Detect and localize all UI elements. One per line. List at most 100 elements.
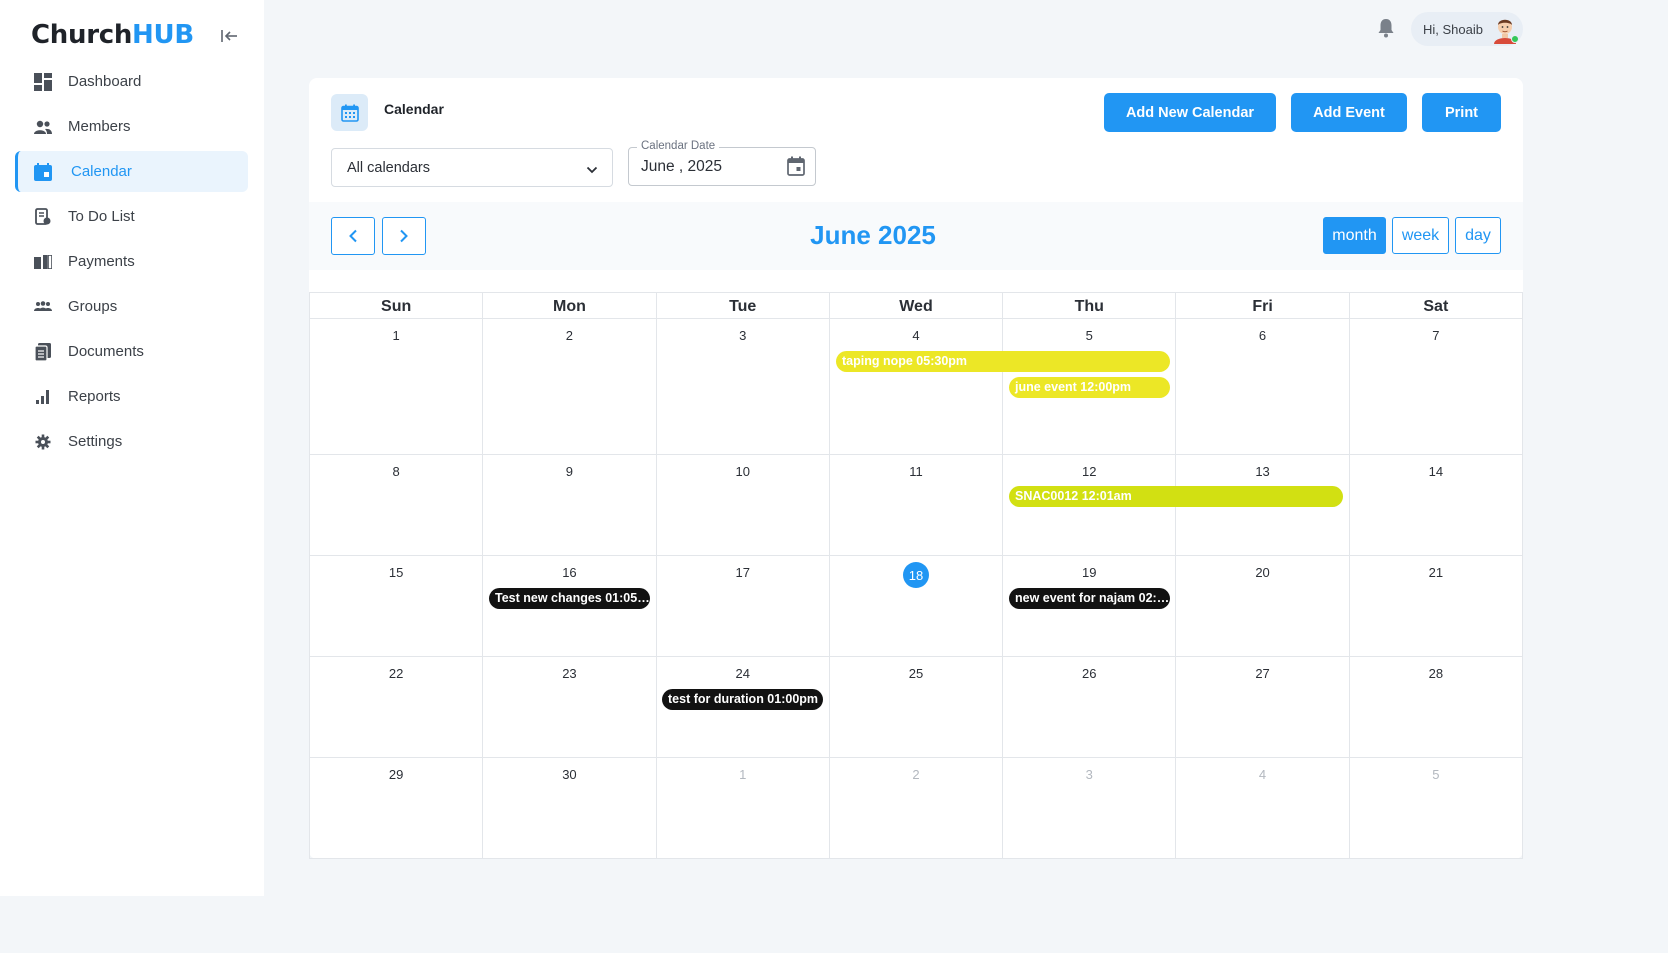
day-number: 9 [565,464,574,479]
calendar-event[interactable]: new event for najam 02:00pm [1009,588,1170,609]
day-number: 12 [1082,464,1097,479]
view-day-button[interactable]: day [1455,217,1501,254]
day-cell[interactable]: 23 [482,657,655,757]
day-number: 6 [1258,328,1267,343]
day-cell[interactable]: 14 [1348,455,1523,555]
day-number: 14 [1428,464,1444,479]
day-cell[interactable]: 10 [655,455,829,555]
day-number: 19 [1082,565,1097,580]
view-week-button[interactable]: week [1392,217,1449,254]
day-number: 7 [1432,328,1440,343]
month-grid: Sun Mon Tue Wed Thu Fri Sat 1 2 3 4 5 6 … [309,292,1523,859]
brand-logo[interactable]: ChurchHUB [31,20,194,50]
day-cell[interactable]: 21 [1348,556,1523,656]
weekday-header-row: Sun Mon Tue Wed Thu Fri Sat [309,292,1523,318]
day-cell[interactable]: 3 [655,319,829,454]
sidebar-item-calendar[interactable]: Calendar [15,151,248,192]
day-cell[interactable]: 26 [1002,657,1175,757]
sidebar-item-reports[interactable]: Reports [15,376,248,417]
day-cell[interactable]: 8 [309,455,482,555]
calendar-date-value: June , 2025 [641,158,723,175]
sidebar-item-label: Documents [68,343,144,360]
day-cell[interactable]: 25 [828,657,1002,757]
sidebar-item-payments[interactable]: Payments [15,241,248,282]
sidebar-item-label: Dashboard [68,73,142,90]
day-number: 16 [562,565,577,580]
add-event-button[interactable]: Add Event [1291,93,1407,132]
weekday-header: Mon [482,293,655,318]
sidebar-item-groups[interactable]: Groups [15,286,248,327]
day-cell-today[interactable]: 18 [828,556,1002,656]
day-number: 10 [735,464,750,479]
calendar-event[interactable]: june event 12:00pm [1009,377,1170,398]
day-cell[interactable]: 27 [1175,657,1348,757]
day-cell[interactable]: 2 [482,319,655,454]
sidebar-item-todo[interactable]: To Do List [15,196,248,237]
user-greeting: Hi, Shoaib [1423,21,1483,37]
day-cell-other-month[interactable]: 4 [1175,758,1348,858]
day-cell[interactable]: 20 [1175,556,1348,656]
brand-part-church: Church [31,20,133,50]
day-cell[interactable]: 22 [309,657,482,757]
day-cell[interactable]: 9 [482,455,655,555]
calendar-date-label: Calendar Date [637,140,720,152]
sidebar-item-dashboard[interactable]: Dashboard [15,61,248,102]
calendar-event[interactable]: test for duration 01:00pm [662,689,823,710]
chevron-down-icon [586,162,598,178]
weekday-header: Fri [1175,293,1348,318]
documents-icon [33,342,53,362]
day-number: 5 [1432,767,1440,782]
day-number: 5 [1085,328,1093,343]
day-cell-other-month[interactable]: 5 [1348,758,1523,858]
day-cell[interactable]: 1 [309,319,482,454]
calendar-event[interactable]: Test new changes 01:05pm [489,588,650,609]
day-cell[interactable]: 7 [1348,319,1523,454]
add-new-calendar-button[interactable]: Add New Calendar [1104,93,1276,132]
day-cell[interactable]: 29 [309,758,482,858]
day-cell[interactable]: 4 [828,319,1002,454]
day-cell-other-month[interactable]: 1 [655,758,829,858]
day-number: 25 [908,666,924,681]
print-button[interactable]: Print [1422,93,1501,132]
weekday-header: Thu [1002,293,1175,318]
brand-part-hub: HUB [132,20,194,50]
calendar-select[interactable]: All calendars [331,148,613,187]
day-cell[interactable]: 28 [1348,657,1523,757]
sidebar-item-label: To Do List [68,208,135,225]
view-month-button[interactable]: month [1323,217,1386,254]
sidebar-item-documents[interactable]: Documents [15,331,248,372]
calendar-event[interactable]: SNAC0012 12:01am [1009,486,1343,507]
day-cell-other-month[interactable]: 3 [1002,758,1175,858]
day-cell[interactable]: 11 [828,455,1002,555]
month-title: June 2025 [810,220,936,250]
reports-icon [33,387,53,407]
dashboard-icon [33,72,53,92]
weekday-header: Tue [655,293,829,318]
day-number: 27 [1255,666,1270,681]
day-number: 28 [1428,666,1444,681]
calendar-date-field[interactable]: Calendar Date June , 2025 [628,140,816,186]
user-menu[interactable]: Hi, Shoaib [1411,12,1523,46]
day-number: 29 [388,767,404,782]
weekday-header: Sat [1348,293,1523,318]
day-number: 4 [1258,767,1267,782]
members-icon [33,117,53,137]
collapse-sidebar-icon[interactable] [218,25,240,47]
day-number: 1 [392,328,400,343]
day-cell[interactable]: 6 [1175,319,1348,454]
week-row: 29 30 1 2 3 4 5 [309,757,1523,859]
day-cell[interactable]: 15 [309,556,482,656]
sidebar-item-settings[interactable]: Settings [15,421,248,462]
calendar-event[interactable]: taping nope 05:30pm [836,351,1170,372]
day-cell[interactable]: 17 [655,556,829,656]
day-cell-other-month[interactable]: 2 [828,758,1002,858]
online-status-dot [1511,35,1519,43]
sidebar-item-members[interactable]: Members [15,106,248,147]
day-cell[interactable]: 30 [482,758,655,858]
sidebar-item-label: Groups [68,298,118,315]
week-row: 22 23 24 25 26 27 28 [309,656,1523,757]
page-title: Calendar [384,101,444,117]
notification-bell-icon[interactable] [1377,18,1397,40]
date-picker-icon[interactable] [787,156,805,181]
day-number: 17 [735,565,750,580]
